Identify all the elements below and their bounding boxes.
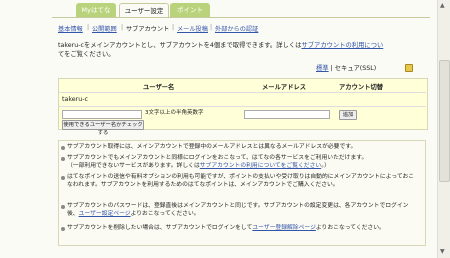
bullet-icon <box>61 205 65 209</box>
security-selector: 標準 | セキュア(SSL) <box>316 64 376 73</box>
subnav-separator: | <box>87 24 90 31</box>
subnav-external-auth[interactable]: 外部からの認証 <box>215 24 258 33</box>
note-login: サブアカウントでもメインアカウントと同様にログインをおこなって、はてなの各サービ… <box>67 154 417 170</box>
bullet-icon <box>61 227 65 231</box>
add-button[interactable]: 追加 <box>339 110 357 120</box>
subaccount-help-link[interactable]: サブアカウントの利用につい <box>301 42 383 49</box>
column-header-username: ユーザー名 <box>143 84 175 91</box>
note-email-requirement: サブアカウント取得には、メインアカウントで登録中のメールアドレスとは異なるメール… <box>67 144 357 150</box>
note-password-suffix: よりおこなってください。 <box>130 211 200 218</box>
subnav-mail-post[interactable]: メール投稿 <box>177 24 208 33</box>
scroll-up-icon[interactable]: ▲ <box>440 2 445 9</box>
bullet-icon <box>61 157 65 161</box>
intro-text-line2: てをご覧ください。 <box>58 51 115 58</box>
subaccount-usage-link[interactable]: サブアカウントの利用についてをご覧ください <box>200 163 321 169</box>
subnav-separator: | <box>121 24 124 31</box>
note-delete: サブアカウントを削除したい場合は、サブアカウントでログインをしてユーザー登録解除… <box>67 224 417 232</box>
subnav-subaccount-current: サブアカウント <box>126 26 170 33</box>
unregister-link[interactable]: ユーザー登録解除ページ <box>252 225 316 231</box>
note-login-text: サブアカウントでもメインアカウントと同様にログインをおこなって、はてなの各サービ… <box>67 155 368 161</box>
column-header-email: メールアドレス <box>262 84 307 91</box>
tab-divider <box>52 17 430 18</box>
intro-text: takeru-cをメインアカウントとし、サブアカウントを4個まで取得できます。詳… <box>58 41 428 50</box>
note-delete-text: サブアカウントを削除したい場合は、サブアカウントでログインをして <box>67 225 253 231</box>
note-password: サブアカウントのパスワードは、登録直後はメインアカウントと同じです。サブアカウン… <box>67 202 417 218</box>
subnav-separator: | <box>210 24 213 31</box>
user-settings-link[interactable]: ユーザー設定ページ <box>79 211 131 217</box>
tab-myhatena[interactable]: Myはてな <box>76 3 116 17</box>
scroll-thumb[interactable] <box>439 60 450 182</box>
intro-prefix: takeru-cをメインアカウントとし、サブアカウントを4個まで取得できます。詳… <box>58 42 302 49</box>
subnav-separator: | <box>172 24 175 31</box>
bullet-icon <box>61 176 65 180</box>
lock-icon <box>405 64 413 72</box>
column-header-account-switch: アカウント切替 <box>339 84 384 91</box>
table-divider <box>59 92 426 93</box>
bullet-icon <box>61 146 65 150</box>
ssl-label[interactable]: セキュア(SSL) <box>335 65 376 72</box>
note-login-sub-prefix: （一部利用できないサービスがあります。詳しくは <box>67 163 200 170</box>
note-points: はてなポイントの送信や有料オプションの利用も可能ですが、ポイントの支払いや受け取… <box>67 174 415 189</box>
subnav-visibility[interactable]: 公開範囲 <box>92 24 117 33</box>
subnav-basic-info[interactable]: 基本情報 <box>58 24 83 33</box>
new-username-input[interactable] <box>62 110 142 119</box>
note-delete-suffix: よりおこなってください。 <box>315 225 385 231</box>
main-account-username: takeru-c <box>62 96 88 103</box>
table-divider <box>59 106 426 107</box>
tab-user-settings[interactable]: ユーザー設定 <box>119 3 169 18</box>
scroll-down-icon[interactable]: ▼ <box>440 248 445 255</box>
check-username-button[interactable]: 使用できるユーザー名かチェックする <box>62 120 144 136</box>
username-hint: 3文字以上の半角英数字 <box>145 110 204 116</box>
note-login-sub-suffix: 。） <box>321 163 330 170</box>
standard-link[interactable]: 標準 <box>316 65 329 72</box>
email-input[interactable] <box>244 110 330 119</box>
tab-points[interactable]: ポイント <box>170 3 210 17</box>
